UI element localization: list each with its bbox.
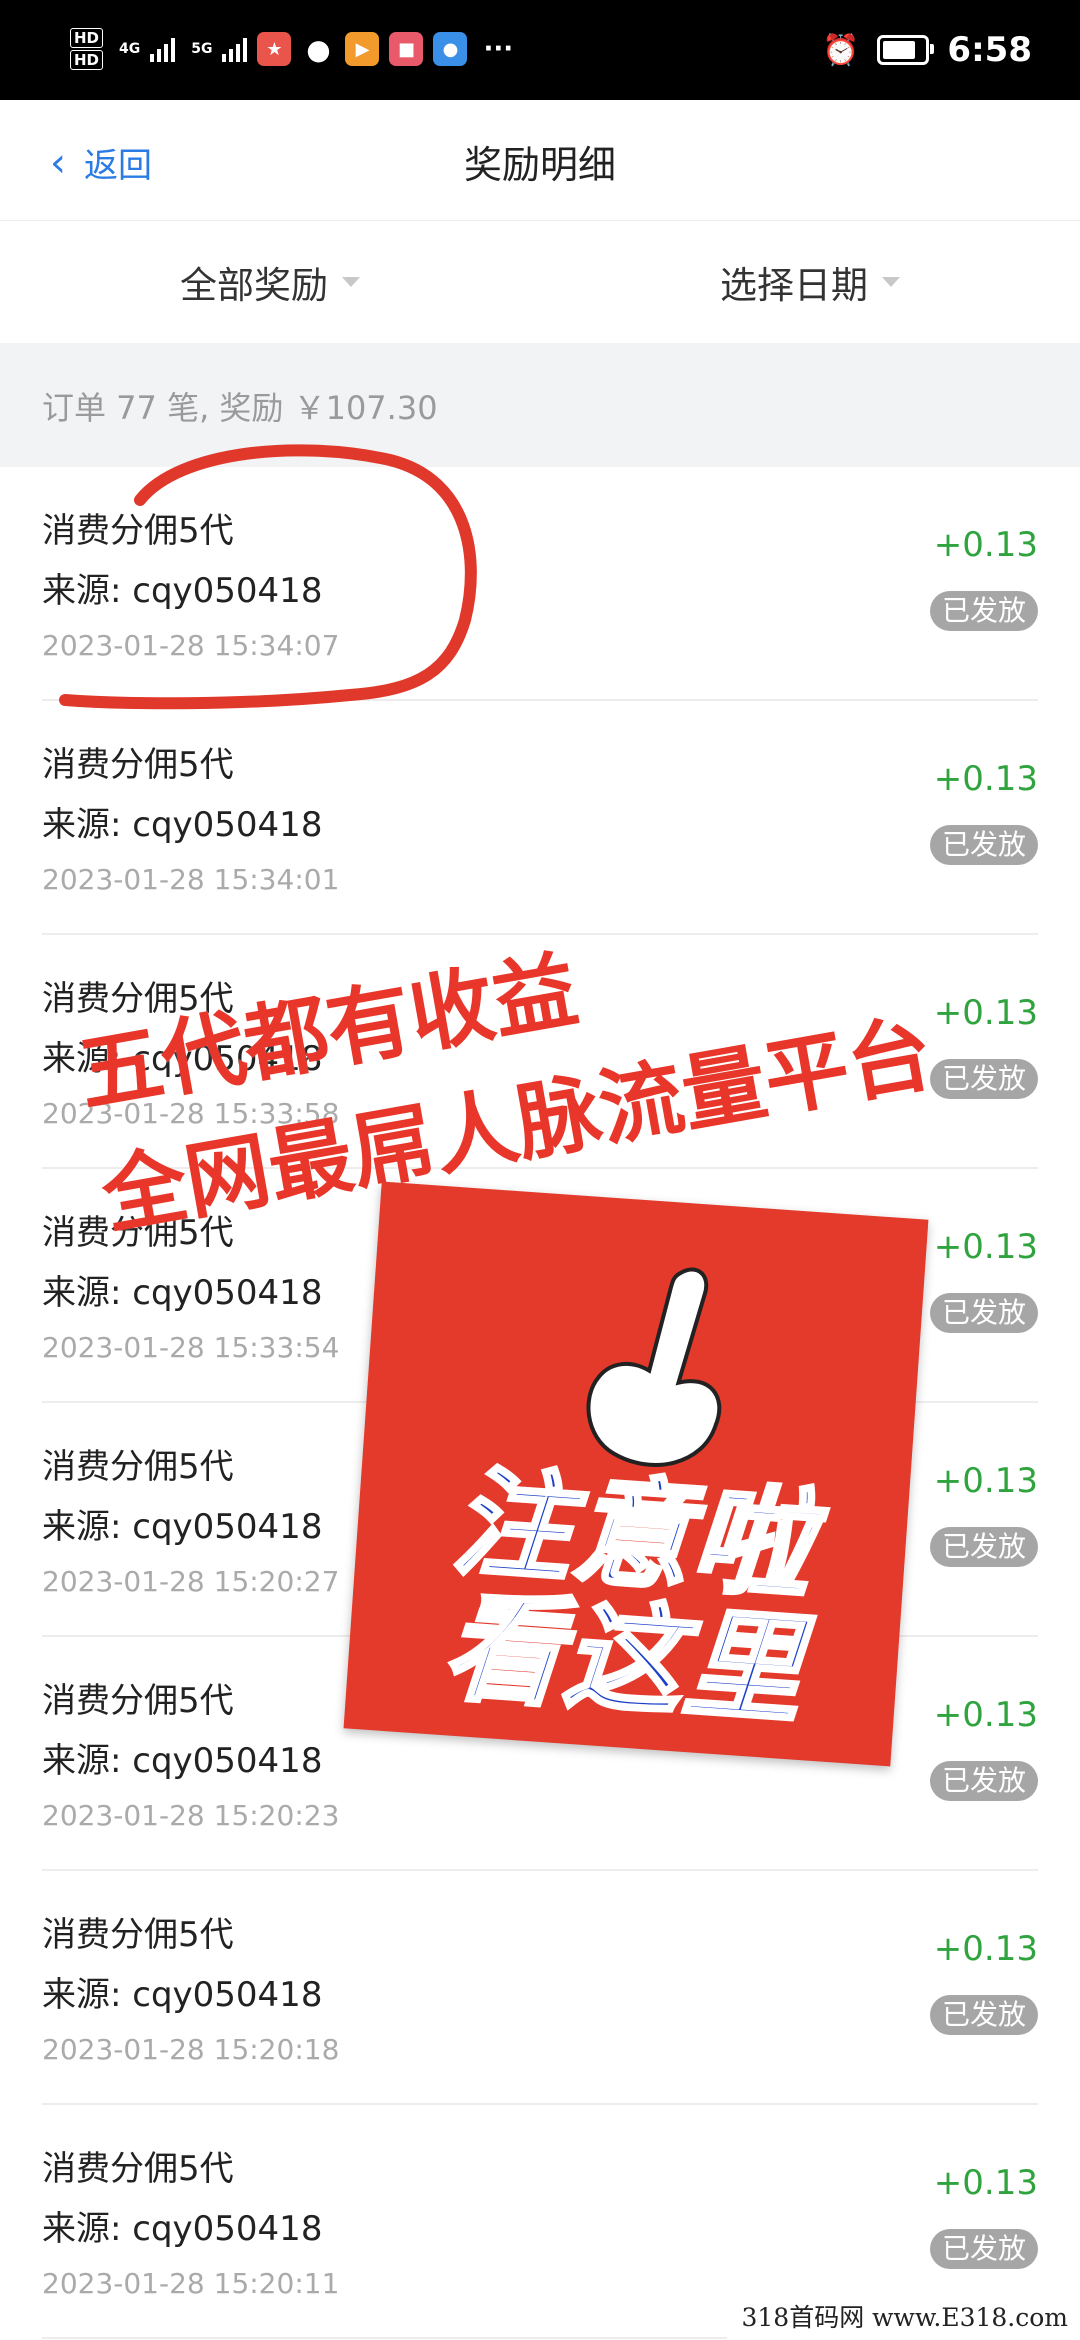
reward-amount: +0.13 [933, 759, 1038, 799]
filter-select-date[interactable]: 选择日期 [540, 221, 1080, 343]
alarm-clock-icon: ⏰ [822, 32, 860, 68]
reward-time: 2023-01-28 15:20:18 [42, 2033, 340, 2066]
wechat-icon: ● [306, 32, 331, 66]
status-time: 6:58 [947, 30, 1032, 70]
reward-time: 2023-01-28 15:20:23 [42, 1799, 340, 1832]
list-item[interactable]: 消费分佣5代 来源: cqy050418 2023-01-28 15:20:18… [42, 1871, 1038, 2105]
network-4g-label: 4G [119, 41, 141, 57]
status-badge: 已发放 [929, 1995, 1038, 2035]
reward-amount: +0.13 [933, 1695, 1038, 1735]
reward-time: 2023-01-28 15:33:54 [42, 1331, 340, 1364]
hd-badge: HD [70, 50, 104, 70]
reward-type: 消费分佣5代 [42, 745, 234, 785]
reward-amount: +0.13 [933, 1929, 1038, 1969]
status-badge: 已发放 [929, 2229, 1038, 2269]
reward-source: 来源: cqy050418 [42, 1273, 323, 1313]
reward-time: 2023-01-28 15:20:11 [42, 2267, 340, 2300]
status-badge: 已发放 [929, 1293, 1038, 1333]
filter-bar: 全部奖励 选择日期 [0, 221, 1080, 343]
status-right: ⏰ 6:58 [822, 30, 1032, 70]
hd-indicators: HD HD [70, 28, 104, 70]
caret-down-icon [882, 277, 900, 287]
list-item[interactable]: 消费分佣5代 来源: cqy050418 2023-01-28 15:34:01… [42, 701, 1038, 935]
reward-type: 消费分佣5代 [42, 1447, 234, 1487]
reward-source: 来源: cqy050418 [42, 571, 323, 611]
caret-down-icon [342, 277, 360, 287]
video-app-icon: ▶ [345, 32, 380, 66]
more-notifications-icon: ··· [483, 34, 514, 64]
status-badge: 已发放 [929, 1527, 1038, 1567]
hd-badge: HD [70, 28, 104, 48]
signal-icon [222, 36, 248, 62]
reward-amount: +0.13 [933, 1227, 1038, 1267]
reward-amount: +0.13 [933, 1461, 1038, 1501]
status-badge: 已发放 [929, 591, 1038, 631]
reward-source: 来源: cqy050418 [42, 805, 323, 845]
reward-amount: +0.13 [933, 993, 1038, 1033]
status-left: HD HD 4G 5G ★ ● ▶ ■ ● ··· [70, 28, 513, 70]
reward-source: 来源: cqy050418 [42, 1975, 323, 2015]
list-item[interactable]: 消费分佣5代 来源: cqy050418 2023-01-28 15:34:07… [42, 467, 1038, 701]
pointing-hand-icon [586, 1267, 722, 1467]
reward-source: 来源: cqy050418 [42, 1741, 323, 1781]
reward-time: 2023-01-28 15:20:27 [42, 1565, 340, 1598]
signal-icon [150, 36, 176, 62]
reward-time: 2023-01-28 15:34:07 [42, 629, 340, 662]
status-badge: 已发放 [929, 825, 1038, 865]
summary-bar: 订单 77 笔, 奖励 ￥107.30 [0, 343, 1080, 467]
network-5g-label: 5G [191, 41, 213, 57]
reward-type: 消费分佣5代 [42, 1915, 234, 1955]
reward-amount: +0.13 [933, 2163, 1038, 2203]
reward-amount: +0.13 [933, 525, 1038, 565]
reward-type: 消费分佣5代 [42, 2149, 234, 2189]
reward-time: 2023-01-28 15:34:01 [42, 863, 340, 896]
reward-type: 消费分佣5代 [42, 1681, 234, 1721]
site-watermark: 318首码网 www.E318.com [727, 2290, 1080, 2340]
game-app-icon: ★ [257, 32, 292, 66]
message-app-icon: ● [433, 32, 468, 66]
status-badge: 已发放 [929, 1059, 1038, 1099]
filter-all-rewards-label: 全部奖励 [180, 264, 328, 307]
status-badge: 已发放 [929, 1761, 1038, 1801]
attention-poster: 注意啦 看这里 [343, 1181, 929, 1767]
reward-source: 来源: cqy050418 [42, 1507, 323, 1547]
nav-header: ‹ 返回 奖励明细 [0, 100, 1080, 221]
filter-all-rewards[interactable]: 全部奖励 [0, 221, 540, 343]
status-bar: HD HD 4G 5G ★ ● ▶ ■ ● ··· ⏰ 6:58 [0, 0, 1080, 100]
reward-source: 来源: cqy050418 [42, 2209, 323, 2249]
summary-text: 订单 77 笔, 奖励 ￥107.30 [42, 389, 438, 427]
page-title: 奖励明细 [463, 143, 616, 187]
reward-type: 消费分佣5代 [42, 511, 234, 551]
reader-app-icon: ■ [389, 32, 424, 66]
poster-line-2: 看这里 [438, 1575, 811, 1742]
filter-select-date-label: 选择日期 [720, 264, 868, 307]
battery-icon [877, 35, 935, 65]
